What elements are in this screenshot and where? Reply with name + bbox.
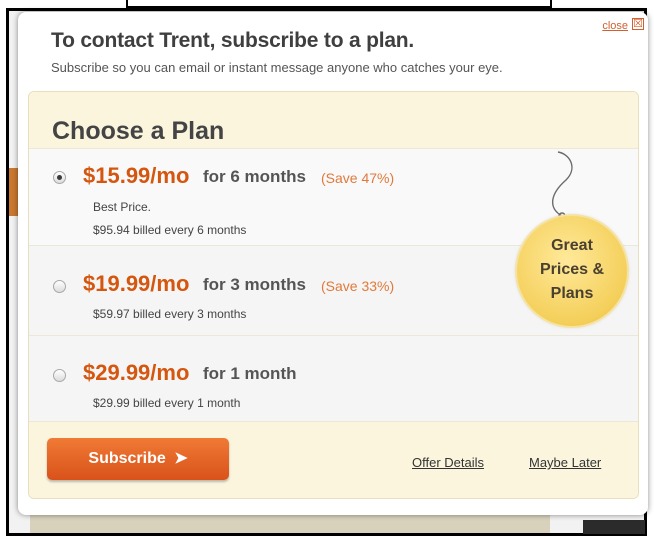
close-icon[interactable]: ☒ xyxy=(632,18,644,30)
plan-badge-text: Best Price. xyxy=(93,200,152,214)
great-prices-seal: Great Prices & Plans xyxy=(517,216,627,326)
plan-panel: Choose a Plan $15.99/mo for 6 months (Sa… xyxy=(28,91,639,499)
offer-details-link[interactable]: Offer Details xyxy=(412,455,484,470)
plan-billing: $29.99 billed every 1 month xyxy=(93,396,241,410)
plan-panel-footer: Subscribe ➤ Offer Details Maybe Later xyxy=(29,421,638,498)
subscribe-button[interactable]: Subscribe ➤ xyxy=(47,438,229,480)
seal-line-3: Plans xyxy=(550,285,594,302)
plan-price: $15.99/mo xyxy=(83,163,190,188)
background-top-bar xyxy=(126,0,552,8)
maybe-later-link[interactable]: Maybe Later xyxy=(529,455,601,470)
plan-price: $19.99/mo xyxy=(83,271,190,296)
background-bottom-strip xyxy=(30,515,550,533)
plan-option-1-month[interactable]: $29.99/mo for 1 month $29.99 billed ever… xyxy=(29,335,638,421)
plan-savings: (Save 47%) xyxy=(321,170,395,186)
arrow-right-icon: ➤ xyxy=(174,450,188,467)
plan-billing: $59.97 billed every 3 months xyxy=(93,307,247,321)
background-bottom-dark xyxy=(583,520,645,534)
plan-radio-1-month[interactable] xyxy=(53,369,66,382)
seal-line-1: Great xyxy=(551,237,593,254)
dialog-subtitle: Subscribe so you can email or instant me… xyxy=(51,60,503,75)
subscribe-button-label: Subscribe xyxy=(88,450,166,467)
subscribe-dialog: close ☒ To contact Trent, subscribe to a… xyxy=(18,12,648,515)
seal-hanger-string xyxy=(552,151,573,220)
seal-line-2: Prices & xyxy=(539,261,605,278)
plan-billing: $95.94 billed every 6 months xyxy=(93,223,247,237)
dialog-title: To contact Trent, subscribe to a plan. xyxy=(51,29,415,52)
plan-panel-header: Choose a Plan xyxy=(29,92,638,148)
plan-savings: (Save 33%) xyxy=(321,278,395,294)
plan-period: for 1 month xyxy=(203,364,297,383)
plan-radio-3-months[interactable] xyxy=(53,280,66,293)
plan-radio-6-months[interactable] xyxy=(53,171,66,184)
plan-panel-title: Choose a Plan xyxy=(52,117,225,145)
plan-period: for 3 months xyxy=(203,275,306,294)
close-link[interactable]: close xyxy=(602,20,628,32)
plan-price: $29.99/mo xyxy=(83,360,190,385)
plan-period: for 6 months xyxy=(203,167,306,186)
